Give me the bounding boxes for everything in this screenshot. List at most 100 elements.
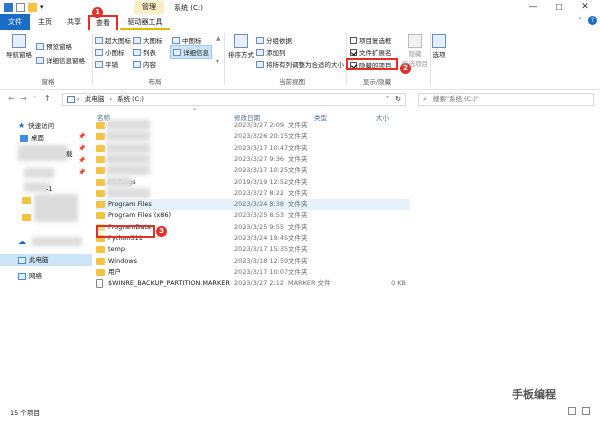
table-row[interactable]: 2023/3/17 10:47 文件夹	[96, 142, 410, 154]
file-icon	[96, 279, 103, 289]
size-all-columns-button[interactable]: 将所有列调整为合适的大小	[256, 59, 344, 69]
nav-onedrive[interactable]: ☁	[18, 236, 26, 248]
file-extensions-checkbox[interactable]	[350, 48, 357, 56]
add-columns-button[interactable]: 添加列	[256, 47, 286, 57]
sort-by-button[interactable]: 排序方式	[228, 34, 254, 59]
nav-quick-access[interactable]: ★ 快速访问	[18, 120, 54, 132]
table-row[interactable]: 2023/3/27 8:22 文件夹	[96, 187, 410, 199]
tab-file[interactable]: 文件	[0, 14, 30, 30]
group-panes-label: 窗格	[41, 78, 55, 86]
status-bar: 15 个项目	[0, 403, 600, 421]
expand-ribbon-icon[interactable]: ˅	[578, 17, 582, 25]
list-label: 列表	[143, 49, 156, 57]
file-extensions-toggle[interactable]: 文件扩展名	[350, 47, 392, 57]
pin-icon: 📌	[78, 157, 86, 164]
medium-icons-option[interactable]: 中图标	[172, 35, 202, 45]
tab-share[interactable]: 共享	[60, 14, 88, 30]
folder-icon	[96, 257, 105, 265]
preview-pane-button[interactable]: 预览窗格	[36, 41, 72, 51]
minimize-button[interactable]: —	[520, 0, 546, 15]
table-row[interactable]: Windows 2023/3/18 12:59 文件夹	[96, 256, 410, 267]
extra-large-icons-icon	[95, 36, 103, 44]
small-icons-icon	[95, 48, 103, 56]
quick-access-dropdown-icon[interactable]: ▾	[40, 3, 49, 12]
large-icons-toggle-icon[interactable]	[582, 407, 590, 415]
group-by-label: 分组依据	[266, 37, 292, 45]
ribbon-divider	[430, 33, 431, 85]
navigation-pane-button[interactable]: 导航窗格	[6, 34, 32, 59]
item-checkboxes-toggle[interactable]: 项目复选框	[350, 35, 392, 45]
file-type: 文件夹	[288, 200, 308, 209]
new-folder-icon[interactable]	[28, 3, 37, 12]
tab-view[interactable]: 查看	[88, 15, 118, 30]
tab-home[interactable]: 主页	[30, 14, 60, 30]
table-row[interactable]: Program Files 2023/3/24 8:38 文件夹	[96, 199, 410, 211]
file-type: 文件夹	[288, 245, 308, 254]
file-type: 文件夹	[288, 166, 308, 175]
help-icon[interactable]: ?	[588, 16, 597, 25]
ribbon-divider	[224, 33, 225, 85]
breadcrumb-drive-c[interactable]: 系统 (C:)	[117, 95, 144, 103]
breadcrumb-this-pc[interactable]: 此电脑	[85, 95, 105, 103]
ribbon-divider	[92, 33, 93, 85]
list-option[interactable]: 列表	[133, 47, 156, 57]
navigation-pane-label: 导航窗格	[6, 51, 32, 59]
manage-tab[interactable]: 管理	[134, 1, 164, 14]
table-row[interactable]: 2023/3/26 20:15 文件夹	[96, 131, 410, 142]
details-view-label: 详细信息	[183, 49, 209, 57]
step-badge-1: 1	[92, 7, 103, 18]
hide-selected-button[interactable]: 隐藏 所选项目	[402, 34, 428, 68]
watermark: 手板编程	[512, 388, 556, 401]
table-row[interactable]: 2023/3/17 10:25 文件夹	[96, 165, 410, 176]
table-row[interactable]: temp 2023/3/17 15:35 文件夹	[96, 244, 410, 255]
nav-desktop-label: 桌面	[31, 134, 44, 142]
close-button[interactable]: ✕	[572, 0, 598, 15]
tiles-label: 平铺	[105, 61, 118, 69]
details-view-toggle-icon[interactable]	[568, 407, 576, 415]
tiles-icon	[95, 60, 103, 68]
nav-network[interactable]: 网络	[18, 270, 42, 282]
small-icons-option[interactable]: 小图标	[95, 47, 125, 57]
group-current-view-label: 当前视图	[279, 78, 305, 86]
pc-icon	[18, 256, 26, 264]
extra-large-icons-option[interactable]: 超大图标	[95, 35, 131, 45]
file-type: 文件夹	[288, 222, 308, 231]
forward-arrow-icon[interactable]: →	[20, 94, 27, 103]
file-type: 文件夹	[288, 121, 308, 129]
recent-dropdown-icon[interactable]: ˅	[33, 96, 36, 103]
breadcrumb-chevron-icon: ›	[109, 96, 112, 103]
properties-icon[interactable]	[16, 3, 25, 12]
details-view-option[interactable]: 详细信息	[170, 45, 212, 59]
address-dropdown-icon[interactable]: ˅	[386, 94, 389, 105]
nav-desktop[interactable]: 桌面	[20, 132, 44, 144]
back-arrow-icon[interactable]: ←	[8, 94, 15, 103]
tiles-option[interactable]: 平铺	[95, 59, 118, 69]
details-pane-button[interactable]: 详细信息窗格	[36, 55, 85, 65]
address-box[interactable]: › 此电脑 › 系统 (C:) ˅ ↻	[62, 93, 406, 106]
table-row[interactable]: 2023/3/27 9:36 文件夹	[96, 153, 410, 165]
table-row[interactable]: 2023/3/27 2:09 文件夹	[96, 120, 410, 131]
hide-selected-label-2: 所选项目	[402, 60, 428, 68]
maximize-button[interactable]: ☐	[546, 0, 572, 15]
hide-selected-icon	[408, 34, 422, 48]
nav-this-pc[interactable]: 此电脑	[0, 254, 92, 266]
options-button[interactable]: 选项	[432, 34, 446, 59]
file-type: 文件夹	[288, 267, 308, 276]
table-row[interactable]: Program Files (x86) 2023/3/25 8:53 文件夹	[96, 210, 410, 221]
content-option[interactable]: 内容	[133, 59, 156, 69]
layout-scroll-up-icon[interactable]: ▲	[216, 35, 221, 42]
group-by-button[interactable]: 分组依据	[256, 35, 292, 45]
table-row[interactable]: PerfLogs2019/3/19 12:52文件夹	[96, 176, 410, 188]
large-icons-option[interactable]: 大图标	[133, 35, 163, 45]
table-row[interactable]: $WINRE_BACKUP_PARTITION.MARKER 2023/3/27 …	[96, 278, 410, 289]
search-input[interactable]: ⌕ 搜索"系统 (C:)"	[418, 93, 594, 106]
breadcrumb-chevron-icon: ›	[77, 96, 80, 103]
item-checkboxes-checkbox[interactable]	[350, 36, 357, 44]
up-arrow-icon[interactable]: ↑	[44, 94, 51, 103]
tab-drive-tools[interactable]: 驱动器工具	[120, 14, 170, 30]
table-row[interactable]: 用户 2023/3/17 10:07 文件夹	[96, 267, 410, 278]
refresh-icon[interactable]: ↻	[395, 94, 401, 105]
size-all-columns-label: 将所有列调整为合适的大小	[266, 61, 344, 69]
layout-expand-icon[interactable]: ▾	[216, 58, 219, 65]
extra-large-icons-label: 超大图标	[105, 37, 131, 45]
